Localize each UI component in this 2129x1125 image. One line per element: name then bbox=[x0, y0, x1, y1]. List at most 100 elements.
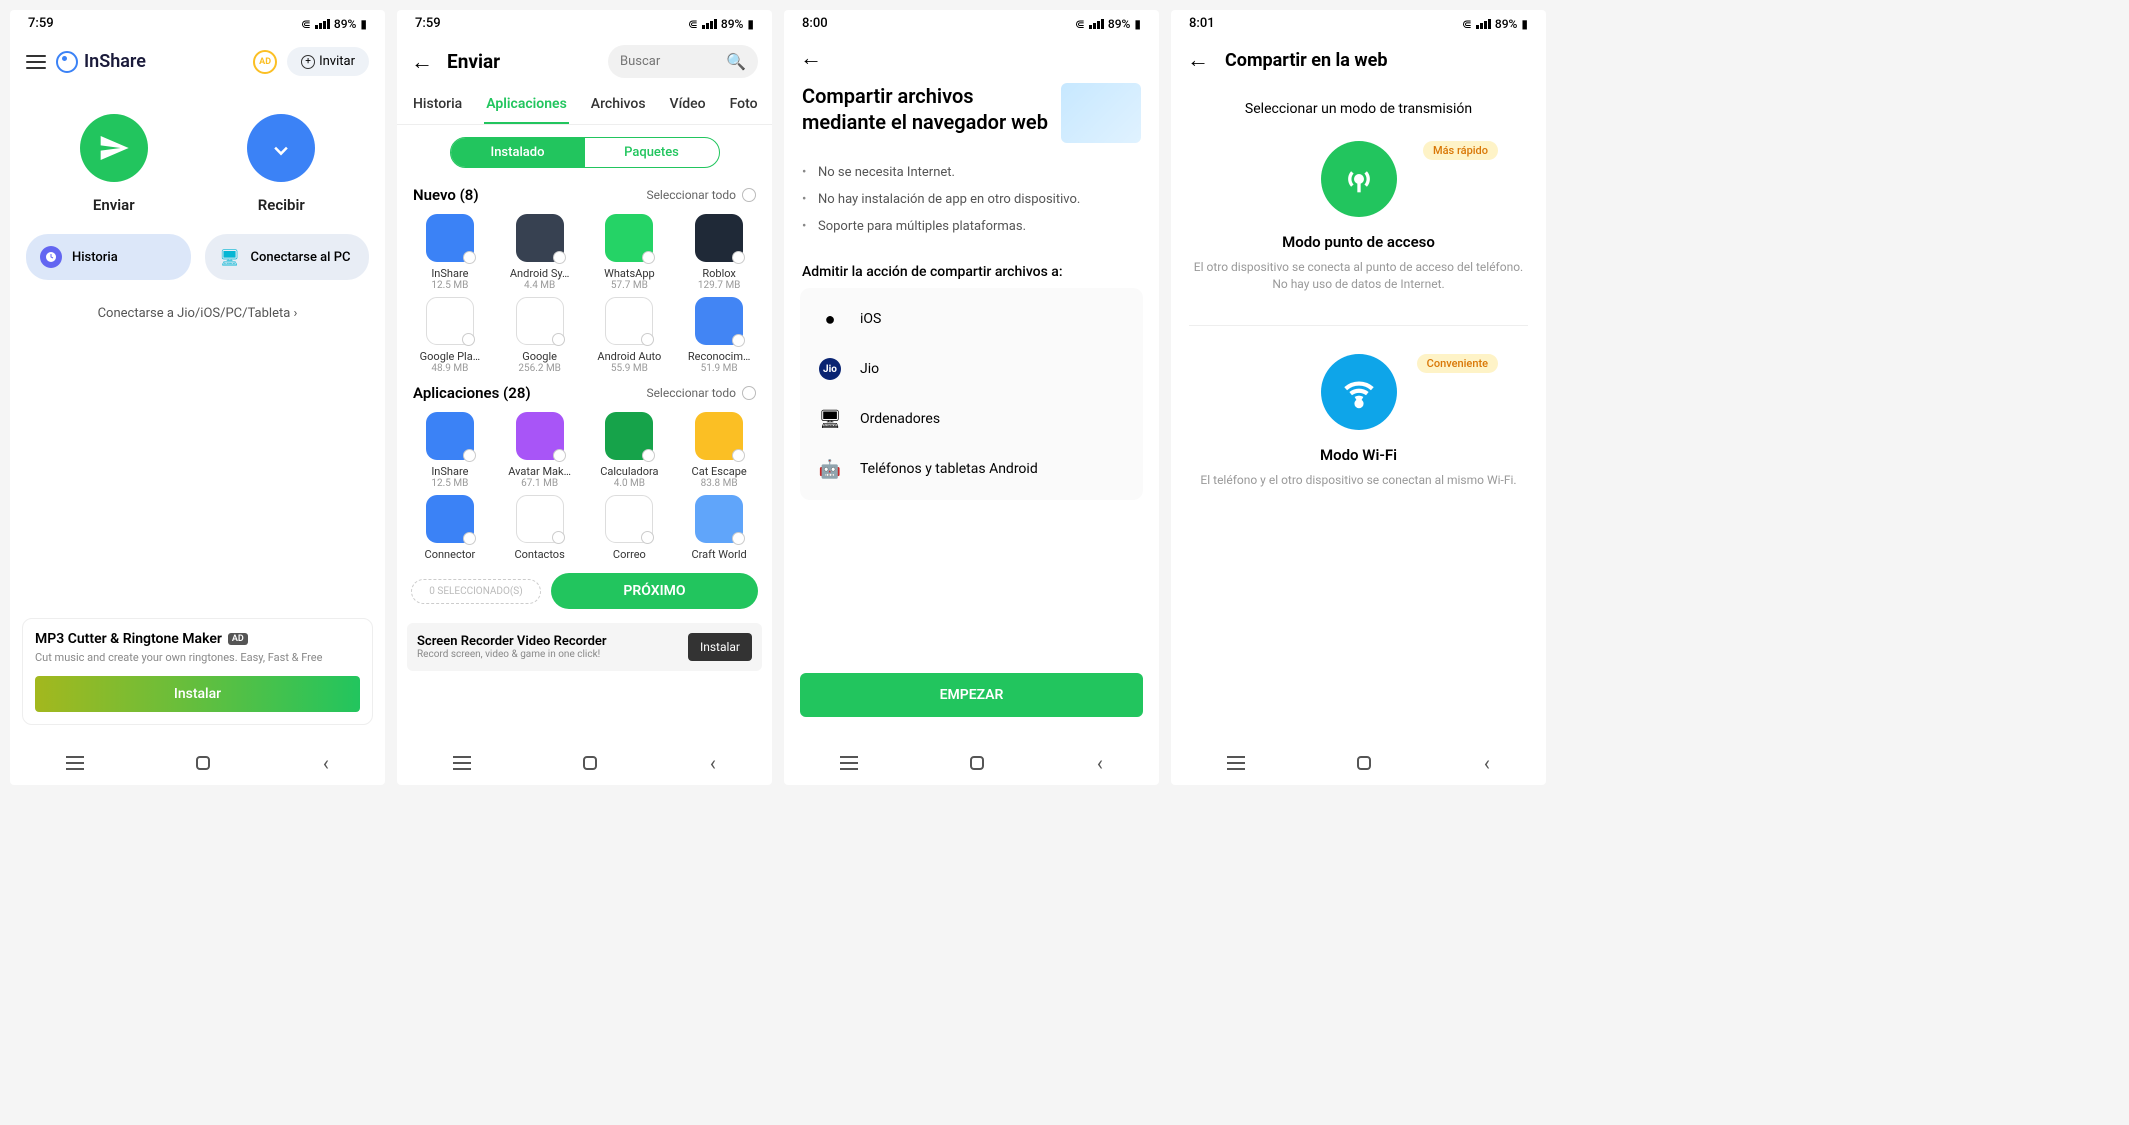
platform-row[interactable]: 🖥Ordenadores bbox=[800, 394, 1143, 444]
start-button[interactable]: EMPEZAR bbox=[800, 673, 1143, 717]
select-all-apps[interactable]: Seleccionar todo bbox=[646, 386, 756, 400]
platform-label: Jio bbox=[860, 361, 879, 377]
mode-hotspot[interactable]: Más rápido Modo punto de acceso El otro … bbox=[1171, 141, 1546, 317]
ad-banner[interactable]: Screen Recorder Video Recorder Record sc… bbox=[407, 623, 762, 671]
app-item[interactable]: Google Pla…48.9 MB bbox=[407, 297, 493, 374]
nav-back-icon[interactable]: ‹ bbox=[1097, 751, 1103, 775]
app-icon bbox=[695, 412, 743, 460]
seg-packages[interactable]: Paquetes bbox=[585, 138, 719, 167]
nav-home-icon[interactable] bbox=[970, 756, 984, 770]
ad-install-button[interactable]: Instalar bbox=[35, 676, 360, 712]
history-chip[interactable]: Historia bbox=[26, 234, 191, 280]
app-item[interactable]: Android Sy…4.4 MB bbox=[497, 214, 583, 291]
mode-wifi[interactable]: Conveniente Modo Wi-Fi El teléfono y el … bbox=[1171, 354, 1546, 513]
app-icon bbox=[695, 297, 743, 345]
app-size: 55.9 MB bbox=[587, 363, 673, 374]
platform-row[interactable]: JioJio bbox=[800, 344, 1143, 394]
ad-install-button[interactable]: Instalar bbox=[688, 633, 752, 661]
app-item[interactable]: Correo bbox=[587, 495, 673, 561]
platform-row[interactable]: 🤖Teléfonos y tabletas Android bbox=[800, 444, 1143, 494]
wifi-mode-icon bbox=[1321, 354, 1397, 430]
receive-label: Recibir bbox=[247, 196, 315, 214]
seg-installed[interactable]: Instalado bbox=[451, 138, 585, 167]
nav-home-icon[interactable] bbox=[196, 756, 210, 770]
app-size: 256.2 MB bbox=[497, 363, 583, 374]
app-name: Correo bbox=[587, 548, 673, 561]
app-icon bbox=[516, 214, 564, 262]
globe-icon bbox=[56, 51, 78, 73]
selected-count: 0 SELECCIONADO(S) bbox=[411, 579, 541, 604]
platform-row[interactable]: ●iOS bbox=[800, 294, 1143, 344]
nav-recent-icon[interactable] bbox=[1227, 756, 1245, 770]
search-input[interactable] bbox=[620, 54, 718, 69]
app-item[interactable]: Connector bbox=[407, 495, 493, 561]
select-all-new[interactable]: Seleccionar todo bbox=[646, 188, 756, 202]
invite-button[interactable]: + Invitar bbox=[287, 47, 369, 76]
app-icon bbox=[605, 412, 653, 460]
app-item[interactable]: Roblox129.7 MB bbox=[676, 214, 762, 291]
app-item[interactable]: Avatar Mak…67.1 MB bbox=[497, 412, 583, 489]
app-item[interactable]: Cat Escape83.8 MB bbox=[676, 412, 762, 489]
nav-home-icon[interactable] bbox=[1357, 756, 1371, 770]
ad-badge-icon[interactable]: AD bbox=[253, 50, 277, 74]
tab-video[interactable]: Vídeo bbox=[668, 86, 708, 124]
app-item[interactable]: Google256.2 MB bbox=[497, 297, 583, 374]
ad-tag: AD bbox=[228, 633, 248, 645]
app-size: 67.1 MB bbox=[497, 478, 583, 489]
tab-apps[interactable]: Aplicaciones bbox=[484, 86, 569, 124]
back-icon[interactable]: ← bbox=[800, 45, 1143, 71]
send-action[interactable]: Enviar bbox=[80, 114, 148, 214]
tab-files[interactable]: Archivos bbox=[589, 86, 648, 124]
monitor-icon: 🖥 bbox=[219, 246, 241, 268]
chip-row: Historia 🖥 Conectarse al PC bbox=[10, 234, 385, 280]
wifi-icon: ⋐ bbox=[1075, 17, 1085, 31]
menu-icon[interactable] bbox=[26, 55, 46, 69]
badge-faster: Más rápido bbox=[1423, 141, 1498, 160]
bullet-item: No hay instalación de app en otro dispos… bbox=[802, 186, 1141, 213]
app-item[interactable]: WhatsApp57.7 MB bbox=[587, 214, 673, 291]
app-item[interactable]: Reconocim…51.9 MB bbox=[676, 297, 762, 374]
select-ring-icon bbox=[732, 532, 745, 545]
nav-back-icon[interactable]: ‹ bbox=[323, 751, 329, 775]
next-button[interactable]: PRÓXIMO bbox=[551, 573, 758, 609]
tab-photo[interactable]: Foto bbox=[728, 86, 760, 124]
app-item[interactable]: Craft World bbox=[676, 495, 762, 561]
hotspot-icon bbox=[1321, 141, 1397, 217]
bullet-item: Soporte para múltiples plataformas. bbox=[802, 213, 1141, 240]
app-name: Google Pla… bbox=[407, 350, 493, 363]
app-icon bbox=[516, 412, 564, 460]
app-item[interactable]: Android Auto55.9 MB bbox=[587, 297, 673, 374]
platform-list: ●iOSJioJio🖥Ordenadores🤖Teléfonos y table… bbox=[800, 288, 1143, 500]
ad-title: MP3 Cutter & Ringtone Maker bbox=[35, 631, 222, 647]
nav-back-icon[interactable]: ‹ bbox=[1484, 751, 1490, 775]
system-nav: ‹ bbox=[10, 737, 385, 785]
app-item[interactable]: Calculadora4.0 MB bbox=[587, 412, 673, 489]
search-field[interactable]: 🔍 bbox=[608, 45, 758, 78]
select-ring-icon bbox=[641, 333, 654, 346]
nav-recent-icon[interactable] bbox=[840, 756, 858, 770]
chevron-right-icon: › bbox=[294, 306, 298, 321]
app-name: Google bbox=[497, 350, 583, 363]
nav-home-icon[interactable] bbox=[583, 756, 597, 770]
back-icon[interactable]: ← bbox=[1187, 47, 1209, 73]
app-name: InShare bbox=[407, 267, 493, 280]
app-size: 129.7 MB bbox=[676, 280, 762, 291]
connect-devices-link[interactable]: Conectarse a Jio/iOS/PC/Tableta › bbox=[10, 280, 385, 347]
nav-back-icon[interactable]: ‹ bbox=[710, 751, 716, 775]
app-item[interactable]: InShare12.5 MB bbox=[407, 412, 493, 489]
new-apps-grid: InShare12.5 MBAndroid Sy…4.4 MBWhatsApp5… bbox=[397, 210, 772, 378]
app-item[interactable]: InShare12.5 MB bbox=[407, 214, 493, 291]
ad-card[interactable]: MP3 Cutter & Ringtone Maker AD Cut music… bbox=[22, 618, 373, 725]
app-icon bbox=[605, 297, 653, 345]
select-ring-icon bbox=[641, 531, 654, 544]
connect-pc-chip[interactable]: 🖥 Conectarse al PC bbox=[205, 234, 370, 280]
tab-history[interactable]: Historia bbox=[411, 86, 464, 124]
nav-recent-icon[interactable] bbox=[66, 756, 84, 770]
nav-recent-icon[interactable] bbox=[453, 756, 471, 770]
receive-action[interactable]: Recibir bbox=[247, 114, 315, 214]
app-item[interactable]: Contactos bbox=[497, 495, 583, 561]
back-icon[interactable]: ← bbox=[411, 49, 433, 75]
signal-icon bbox=[1089, 19, 1104, 29]
badge-convenient: Conveniente bbox=[1417, 354, 1498, 373]
app-name: WhatsApp bbox=[587, 267, 673, 280]
